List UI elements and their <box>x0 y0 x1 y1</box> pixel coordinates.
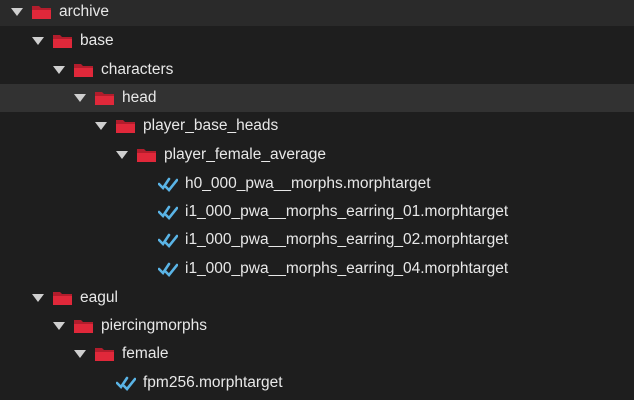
tree-node-label: head <box>122 89 157 106</box>
tree-node-file[interactable]: h0_000_pwa__morphs.morphtarget <box>0 170 634 198</box>
tree-node-file[interactable]: fpm256.morphtarget <box>0 369 634 397</box>
tree-node-player-base-heads[interactable]: player_base_heads <box>0 112 634 140</box>
tree-node-characters[interactable]: characters <box>0 56 634 84</box>
tree-node-label: player_female_average <box>164 146 326 163</box>
chevron-down-icon[interactable] <box>73 347 87 361</box>
tree-node-label: i1_000_pwa__morphs_earring_01.morphtarge… <box>185 203 509 220</box>
tree-node-label: characters <box>101 61 174 78</box>
chevron-down-icon[interactable] <box>31 34 45 48</box>
tree-node-base[interactable]: base <box>0 27 634 55</box>
chevron-down-icon[interactable] <box>52 63 66 77</box>
folder-open-icon <box>73 61 94 79</box>
folder-open-icon <box>94 345 115 363</box>
tree-node-label: piercingmorphs <box>101 317 207 334</box>
tree-node-label: base <box>80 32 114 49</box>
folder-open-icon <box>136 146 157 164</box>
folder-open-icon <box>52 289 73 307</box>
folder-open-icon <box>94 89 115 107</box>
folder-open-icon <box>31 3 52 21</box>
folder-open-icon <box>115 117 136 135</box>
chevron-down-icon[interactable] <box>10 5 24 19</box>
tree-node-file[interactable]: i1_000_pwa__morphs_earring_02.morphtarge… <box>0 226 634 254</box>
chevron-down-icon[interactable] <box>73 91 87 105</box>
tree-node-piercingmorphs[interactable]: piercingmorphs <box>0 312 634 340</box>
tree-node-label: i1_000_pwa__morphs_earring_04.morphtarge… <box>185 260 509 277</box>
tree-node-label: archive <box>59 3 109 20</box>
chevron-down-icon[interactable] <box>94 119 108 133</box>
tree-node-label: female <box>122 345 169 362</box>
morphtarget-file-icon <box>115 374 136 392</box>
tree-node-label: player_base_heads <box>143 117 279 134</box>
chevron-down-icon[interactable] <box>52 319 66 333</box>
tree-node-file[interactable]: i1_000_pwa__morphs_earring_04.morphtarge… <box>0 255 634 283</box>
tree-node-player-female-average[interactable]: player_female_average <box>0 141 634 169</box>
morphtarget-file-icon <box>157 260 178 278</box>
tree-node-head[interactable]: head <box>0 84 634 112</box>
tree-node-archive[interactable]: archive <box>0 0 634 26</box>
tree-node-file[interactable]: i1_000_pwa__morphs_earring_01.morphtarge… <box>0 198 634 226</box>
folder-open-icon <box>52 32 73 50</box>
morphtarget-file-icon <box>157 231 178 249</box>
tree-node-label: i1_000_pwa__morphs_earring_02.morphtarge… <box>185 231 509 248</box>
chevron-down-icon[interactable] <box>115 148 129 162</box>
tree-node-label: eagul <box>80 289 118 306</box>
folder-open-icon <box>73 317 94 335</box>
morphtarget-file-icon <box>157 175 178 193</box>
tree-node-female[interactable]: female <box>0 340 634 368</box>
morphtarget-file-icon <box>157 203 178 221</box>
tree-node-label: h0_000_pwa__morphs.morphtarget <box>185 175 431 192</box>
chevron-down-icon[interactable] <box>31 291 45 305</box>
file-tree: archive base characters head player_base… <box>0 0 634 400</box>
tree-node-label: fpm256.morphtarget <box>143 374 283 391</box>
tree-node-eagul[interactable]: eagul <box>0 284 634 312</box>
